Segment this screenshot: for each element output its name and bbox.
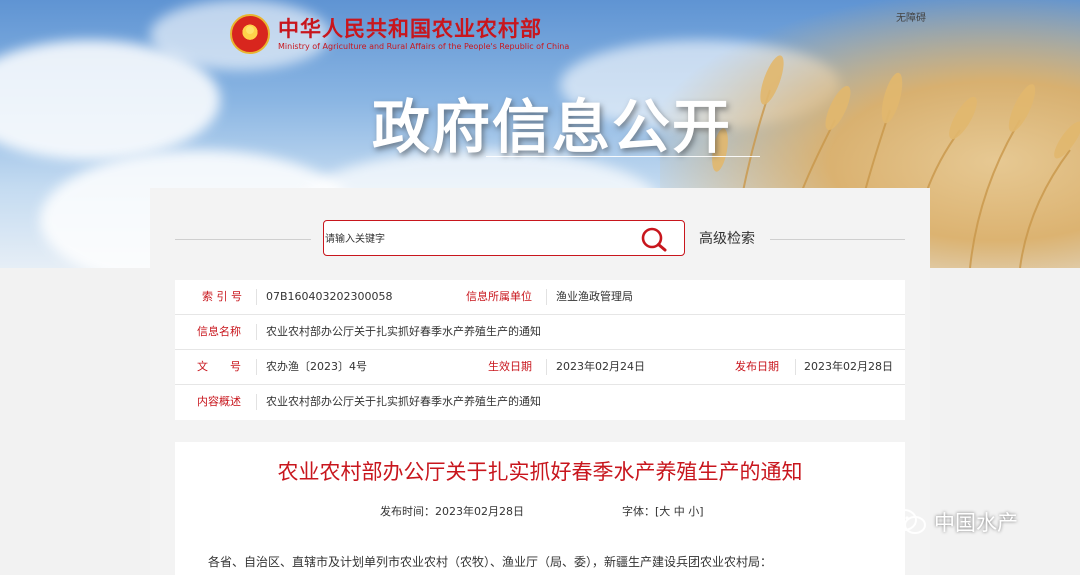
wechat-watermark: 中国水产 [890, 507, 1018, 537]
effective-date-value: 2023年02月24日 [556, 360, 645, 373]
document-body-first-line: 各省、自治区、直辖市及计划单列市农业农村（农牧）、渔业厅（局、委），新疆生产建设… [208, 555, 773, 569]
document-content: 农业农村部办公厅关于扎实抓好春季水产养殖生产的通知 发布时间：2023年02月2… [175, 442, 905, 575]
divider [546, 359, 547, 375]
main-panel: 高级检索 索 引 号 07B160403202300058 信息所属单位 渔业渔… [150, 188, 930, 575]
info-row: 文 号 农办渔〔2023〕4号 生效日期 2023年02月24日 发布日期 20… [175, 349, 905, 384]
font-size-control: 字体：[大 中 小] [622, 503, 704, 519]
divider [256, 359, 257, 375]
font-size-label: 字体： [622, 505, 655, 518]
search-box [323, 220, 685, 256]
publish-date-label: 发布日期 [735, 360, 779, 373]
unit-label: 信息所属单位 [466, 290, 532, 303]
divider [256, 289, 257, 305]
effective-date-label: 生效日期 [488, 360, 532, 373]
index-value: 07B160403202300058 [266, 290, 393, 303]
search-row: 高级检索 [150, 220, 930, 258]
publish-time-label: 发布时间： [380, 505, 435, 518]
info-row: 内容概述 农业农村部办公厅关于扎实抓好春季水产养殖生产的通知 [175, 384, 905, 419]
divider [770, 239, 905, 240]
advanced-search-link[interactable]: 高级检索 [699, 228, 755, 248]
doc-number-value: 农办渔〔2023〕4号 [266, 360, 367, 373]
wechat-icon [891, 509, 926, 534]
summary-value: 农业农村部办公厅关于扎实抓好春季水产养殖生产的通知 [266, 395, 541, 408]
search-icon[interactable] [640, 226, 668, 252]
divider [795, 359, 796, 375]
banner-title: 政府信息公开 [372, 93, 733, 161]
ministry-name-en: Ministry of Agriculture and Rural Affair… [278, 41, 570, 51]
divider [256, 394, 257, 410]
name-value: 农业农村部办公厅关于扎实抓好春季水产养殖生产的通知 [266, 325, 541, 338]
divider [256, 324, 257, 340]
font-medium-button[interactable]: 中 [674, 505, 685, 518]
accessibility-link[interactable]: 无障碍 [896, 9, 926, 24]
divider [546, 289, 547, 305]
ministry-name-cn: 中华人民共和国农业农村部 [278, 15, 542, 41]
info-table: 索 引 号 07B160403202300058 信息所属单位 渔业渔政管理局 … [175, 280, 905, 420]
doc-number-label: 文 号 [197, 360, 241, 373]
summary-label: 内容概述 [197, 395, 241, 408]
name-label: 信息名称 [197, 325, 241, 338]
document-title: 农业农村部办公厅关于扎实抓好春季水产养殖生产的通知 [277, 460, 803, 484]
info-row: 信息名称 农业农村部办公厅关于扎实抓好春季水产养殖生产的通知 [175, 314, 905, 349]
index-label: 索 引 号 [202, 290, 242, 303]
search-input[interactable] [325, 222, 627, 256]
publish-time: 发布时间：2023年02月28日 [380, 503, 524, 519]
publish-time-value: 2023年02月28日 [435, 505, 524, 518]
divider [175, 239, 311, 240]
national-emblem-icon [230, 14, 270, 54]
ministry-logo[interactable]: 中华人民共和国农业农村部 Ministry of Agriculture and… [230, 14, 569, 54]
watermark-text: 中国水产 [934, 511, 1018, 535]
publish-date-value: 2023年02月28日 [804, 360, 893, 373]
banner-underline [486, 156, 760, 157]
info-row: 索 引 号 07B160403202300058 信息所属单位 渔业渔政管理局 [175, 280, 905, 314]
font-large-button[interactable]: 大 [659, 505, 670, 518]
unit-value: 渔业渔政管理局 [556, 290, 633, 303]
font-small-button[interactable]: 小 [688, 505, 699, 518]
bracket-close: ] [699, 505, 704, 518]
